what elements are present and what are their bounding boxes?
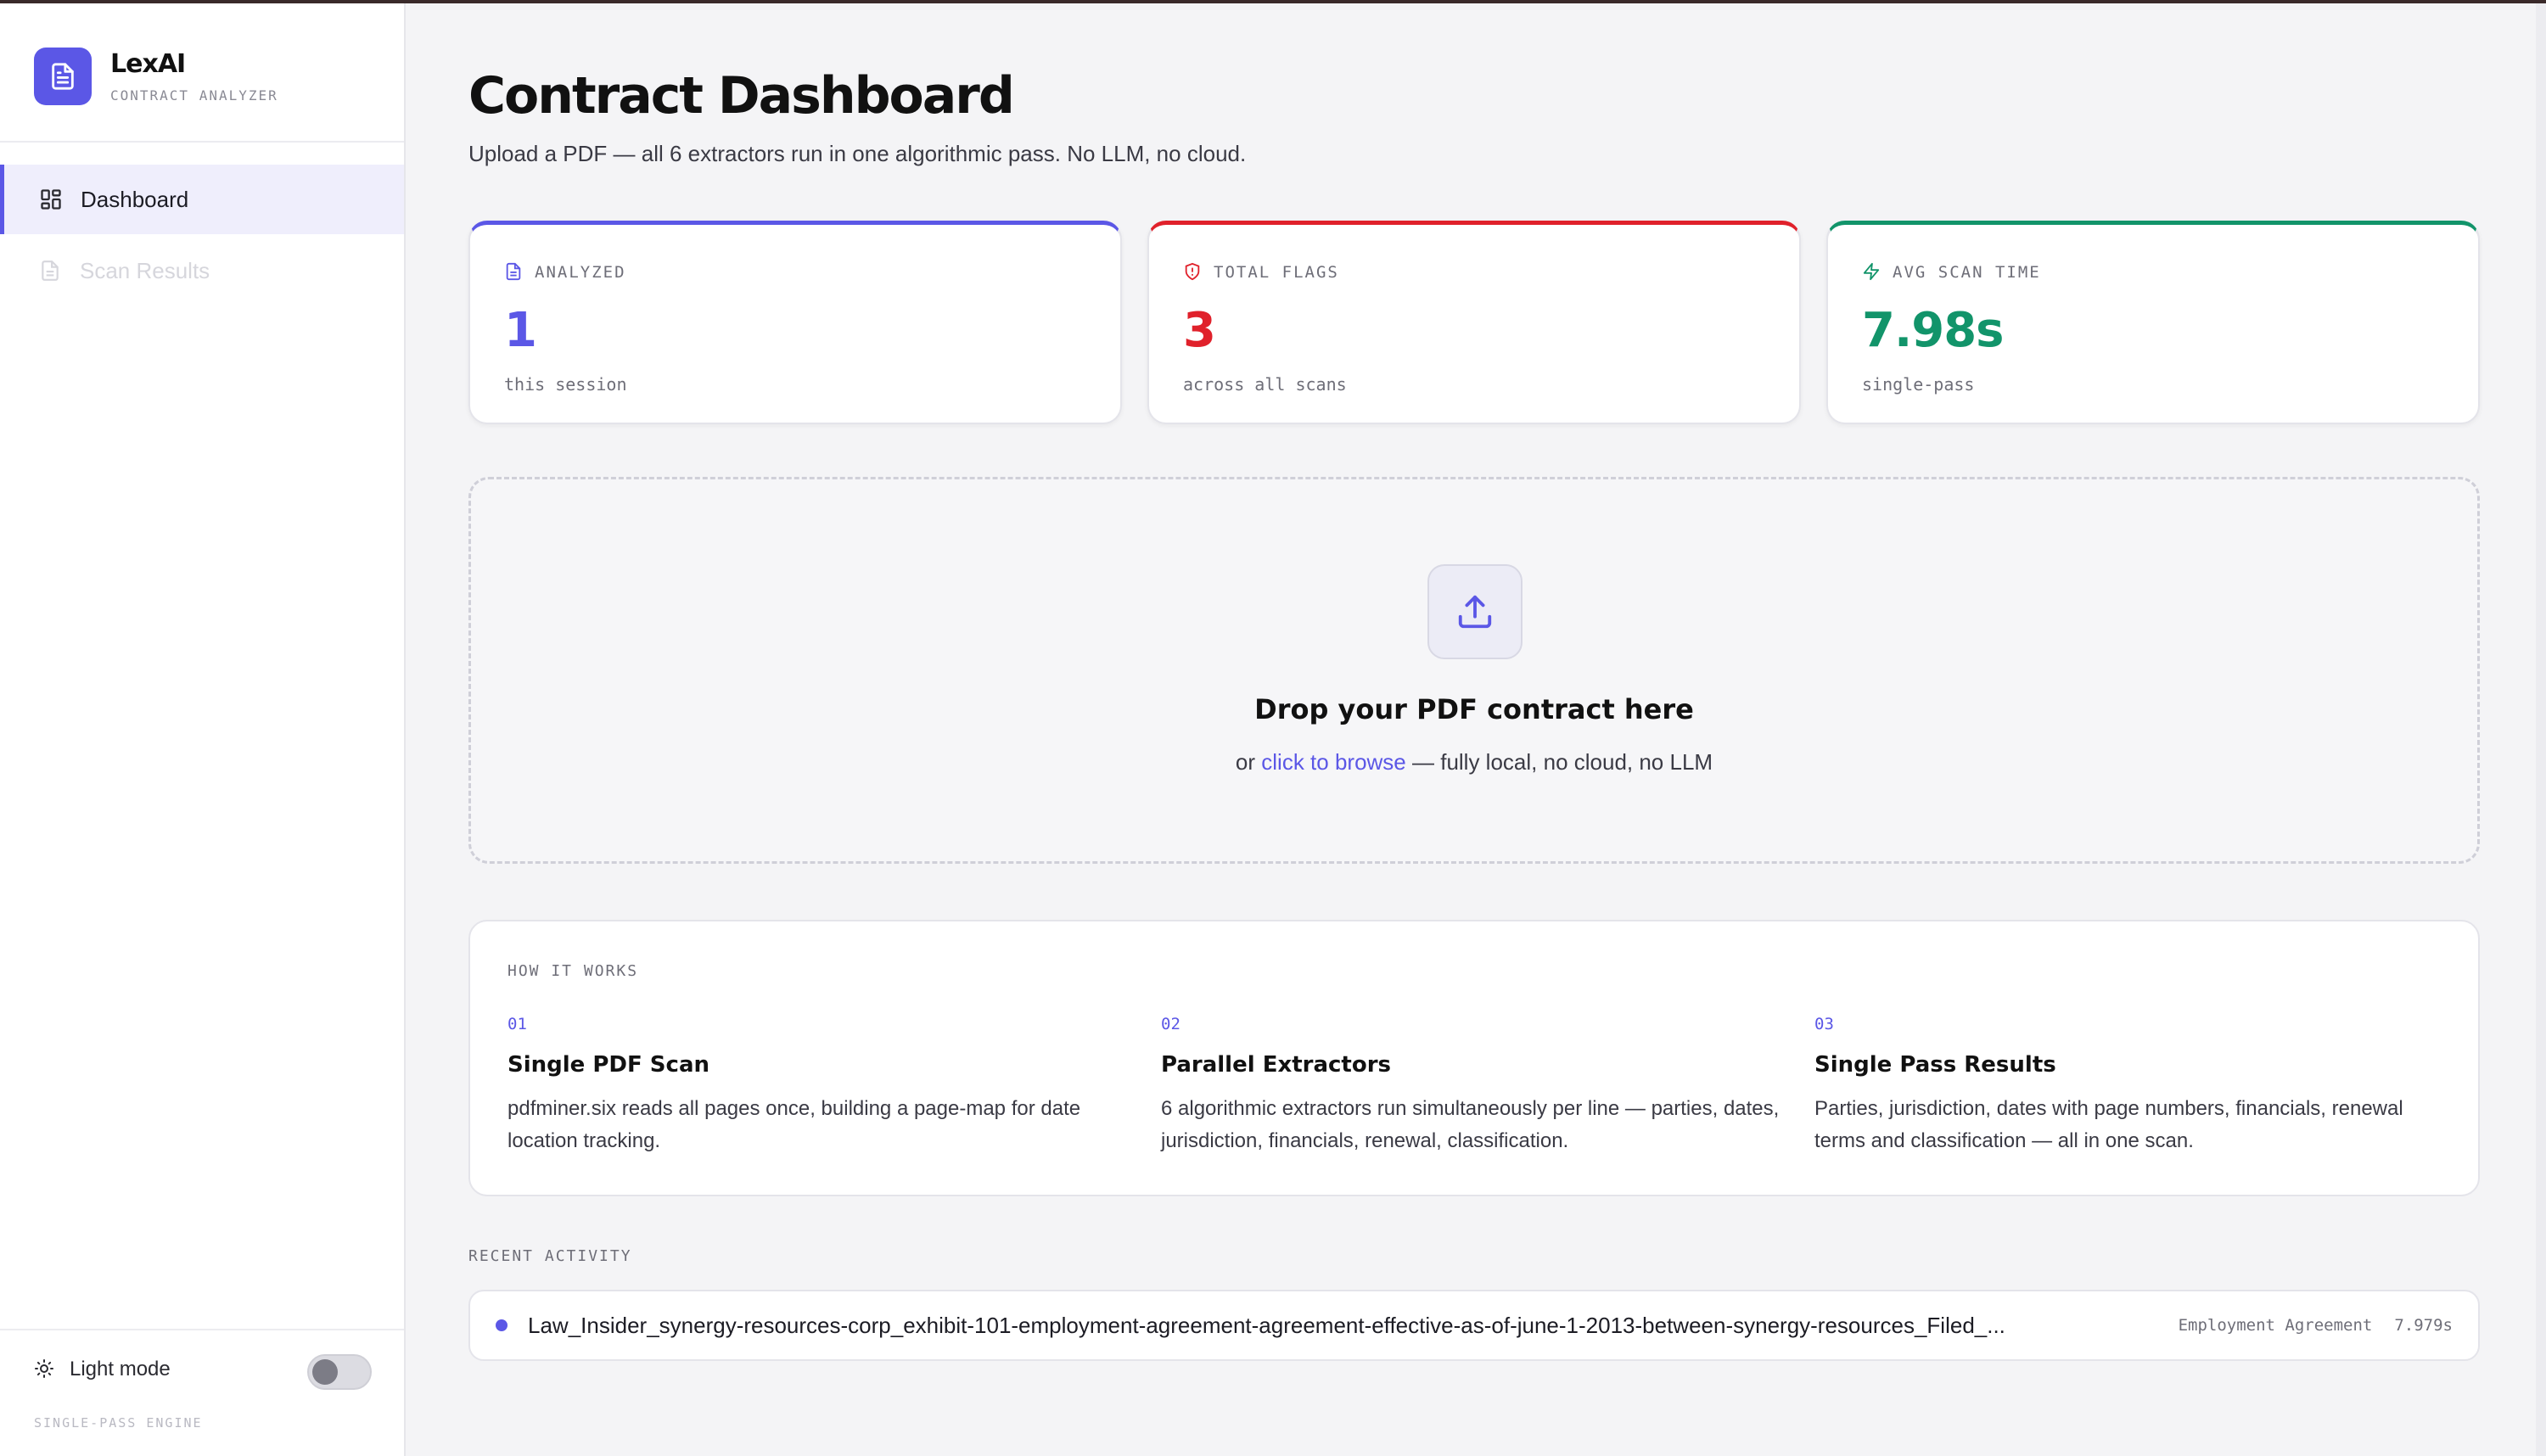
sidebar: LexAI CONTRACT ANALYZER Dashboard Scan R…: [0, 3, 406, 1456]
document-icon: [504, 262, 524, 283]
recent-scan-time: 7.979s: [2394, 1316, 2453, 1335]
document-logo-icon: [34, 48, 92, 105]
recent-activity-item[interactable]: Law_Insider_synergy-resources-corp_exhib…: [468, 1290, 2480, 1361]
step-title: Single Pass Results: [1814, 1052, 2056, 1078]
step-title: Single PDF Scan: [508, 1052, 709, 1078]
step-number: 03: [1814, 1015, 1834, 1033]
recent-file-name: Law_Insider_synergy-resources-corp_exhib…: [528, 1312, 2005, 1338]
step-item: 02 Parallel Extractors 6 algorithmic ext…: [1161, 1015, 1789, 1157]
theme-toggle[interactable]: [307, 1354, 372, 1390]
sidebar-item-dashboard[interactable]: Dashboard: [0, 165, 404, 234]
stat-card-total-flags: TOTAL FLAGS 3 across all scans: [1147, 221, 1801, 424]
theme-label-text: Light mode: [70, 1358, 171, 1380]
shield-alert-icon: [1183, 262, 1203, 283]
engine-label: SINGLE-PASS ENGINE: [34, 1415, 203, 1431]
pdf-dropzone[interactable]: Drop your PDF contract here or click to …: [468, 477, 2480, 864]
recent-doc-type: Employment Agreement: [2178, 1316, 2373, 1335]
toggle-knob: [312, 1359, 338, 1385]
stat-value: 1: [504, 303, 537, 358]
dropzone-title: Drop your PDF contract here: [1254, 693, 1694, 725]
step-title: Parallel Extractors: [1161, 1052, 1392, 1078]
brand-subtitle: CONTRACT ANALYZER: [110, 87, 278, 104]
stat-card-avg-scan-time: AVG SCAN TIME 7.98s single-pass: [1826, 221, 2480, 424]
step-number: 01: [508, 1015, 527, 1033]
brand-name: LexAI: [110, 49, 186, 79]
stat-value: 3: [1183, 303, 1216, 358]
sidebar-item-label: Dashboard: [81, 186, 189, 212]
sidebar-footer-divider: [0, 1329, 404, 1330]
step-body: 6 algorithmic extractors run simultaneou…: [1161, 1097, 1780, 1152]
stat-value: 7.98s: [1862, 303, 2004, 358]
status-dot: [496, 1319, 508, 1331]
step-item: 01 Single PDF Scan pdfminer.six reads al…: [508, 1015, 1136, 1157]
dropzone-subtitle: or click to browse — fully local, no clo…: [471, 749, 2477, 776]
step-body: pdfminer.six reads all pages once, build…: [508, 1097, 1081, 1152]
how-it-works-card: HOW IT WORKS 01 Single PDF Scan pdfminer…: [468, 920, 2480, 1196]
scrollbar[interactable]: [2536, 3, 2546, 1456]
sun-icon: [34, 1358, 56, 1380]
sidebar-item-scan-results[interactable]: Scan Results: [0, 236, 404, 305]
theme-label: Light mode: [34, 1358, 171, 1381]
lightning-icon: [1862, 262, 1882, 283]
stat-label: ANALYZED: [535, 263, 626, 282]
section-heading: HOW IT WORKS: [508, 962, 639, 980]
stat-note: this session: [504, 374, 627, 395]
upload-icon: [1458, 595, 1492, 629]
step-body: Parties, jurisdiction, dates with page n…: [1814, 1097, 2403, 1152]
dropzone-suffix: — fully local, no cloud, no LLM: [1412, 749, 1713, 775]
step-number: 02: [1161, 1015, 1180, 1033]
dropzone-prefix: or: [1235, 749, 1256, 775]
upload-button[interactable]: [1427, 564, 1523, 659]
sidebar-item-label: Scan Results: [80, 257, 210, 283]
grid-icon: [38, 187, 64, 212]
step-item: 03 Single Pass Results Parties, jurisdic…: [1814, 1015, 2442, 1157]
section-heading: RECENT ACTIVITY: [468, 1247, 632, 1265]
stat-label: TOTAL FLAGS: [1214, 263, 1339, 282]
document-icon: [37, 258, 63, 283]
sidebar-divider: [0, 141, 404, 143]
browse-link[interactable]: click to browse: [1261, 749, 1406, 775]
stat-note: across all scans: [1183, 374, 1347, 395]
brand[interactable]: LexAI CONTRACT ANALYZER: [34, 48, 278, 105]
stat-note: single-pass: [1862, 374, 1975, 395]
page-title: Contract Dashboard: [468, 66, 1015, 126]
stat-card-analyzed: ANALYZED 1 this session: [468, 221, 1122, 424]
stat-label: AVG SCAN TIME: [1893, 263, 2041, 282]
page-subtitle: Upload a PDF — all 6 extractors run in o…: [468, 141, 1247, 166]
